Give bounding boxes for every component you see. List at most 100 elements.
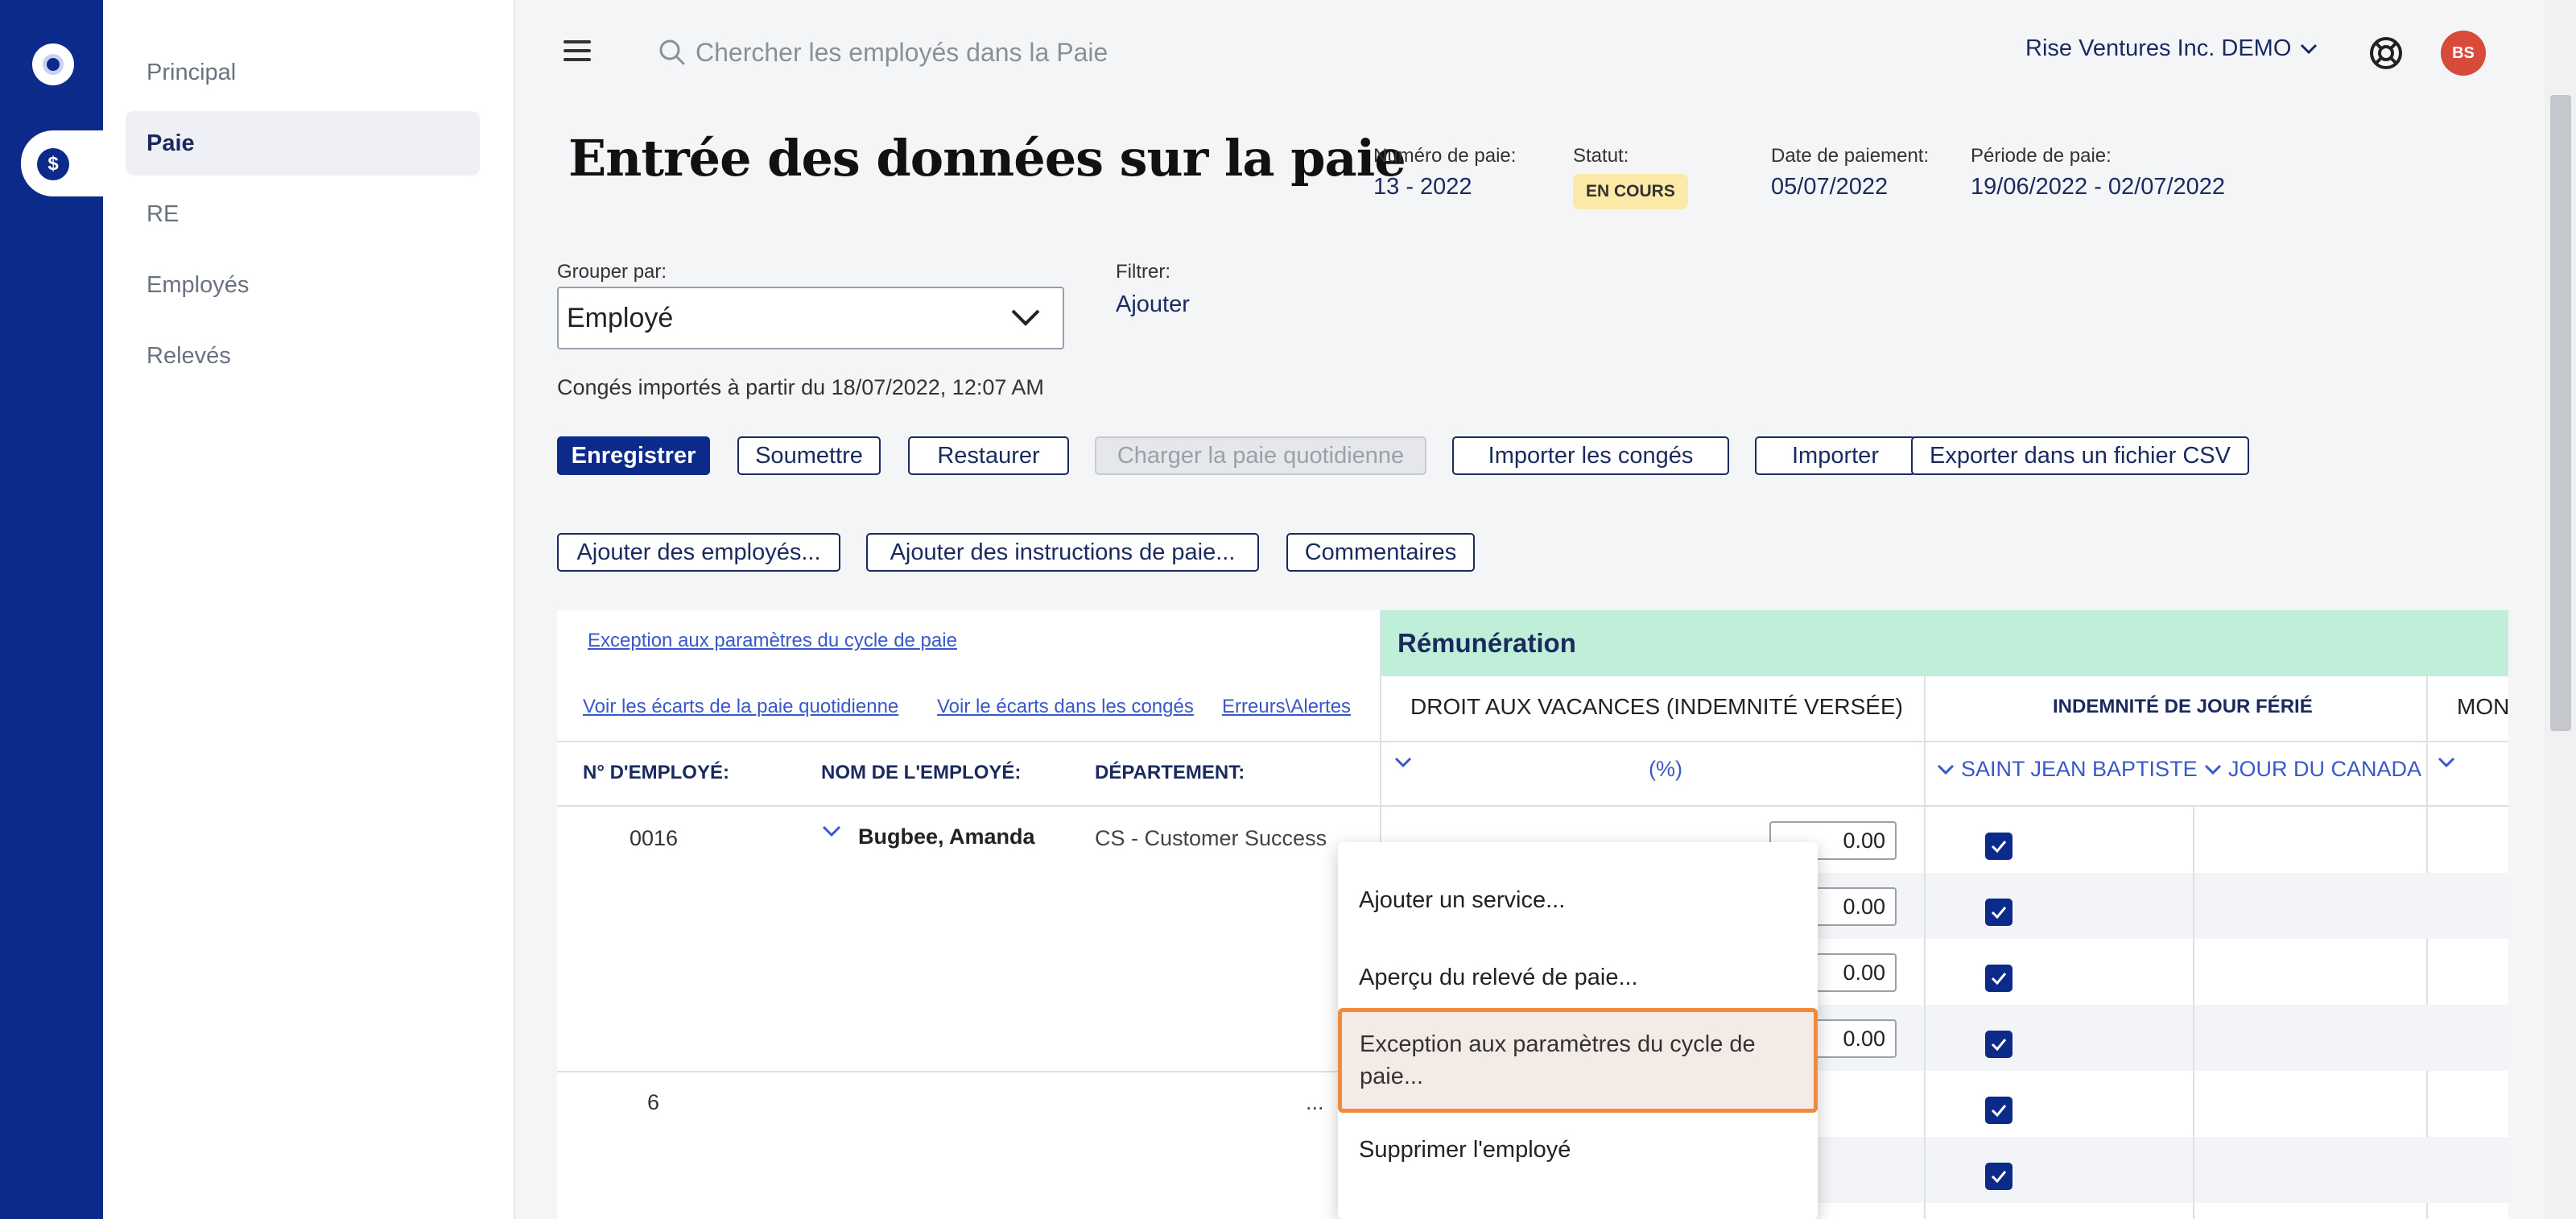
- divider: [557, 741, 2508, 742]
- import-button[interactable]: Importer: [1755, 436, 1916, 475]
- jour-du-canada-checkbox[interactable]: [1985, 1163, 2013, 1190]
- group-by-select[interactable]: Employé: [557, 287, 1064, 349]
- employee-number: 0016: [630, 826, 679, 850]
- menu-item-cycle-exception[interactable]: Exception aux paramètres du cycle de pai…: [1338, 1008, 1818, 1113]
- chevron-down-icon: [1937, 764, 1955, 775]
- group-by-label: Grouper par:: [557, 261, 667, 283]
- lifebuoy-help-icon[interactable]: [2368, 35, 2404, 71]
- employee-department: ...: [1306, 1090, 1324, 1114]
- vacation-expand-toggle[interactable]: [1394, 757, 1412, 768]
- status-block: Statut: EN COURS: [1573, 145, 1688, 209]
- col-employee-name[interactable]: NOM DE L'EMPLOYÉ:: [821, 762, 1021, 784]
- nav-item-paie[interactable]: Paie: [126, 111, 480, 176]
- pay-date-label: Date de paiement:: [1771, 145, 1930, 167]
- save-button[interactable]: Enregistrer: [557, 436, 710, 475]
- col-vacation: DROIT AUX VACANCES (INDEMNITÉ VERSÉE): [1410, 694, 1903, 719]
- pay-number-value: 13 - 2022: [1373, 174, 1472, 200]
- menu-item-add-service[interactable]: Ajouter un service...: [1359, 887, 1794, 914]
- col-employee-number[interactable]: N° D'EMPLOYÉ:: [583, 762, 729, 784]
- col-department[interactable]: DÉPARTEMENT:: [1095, 762, 1245, 784]
- col-vacation-percent: (%): [1649, 757, 1682, 781]
- company-name: Rise Ventures Inc. DEMO: [2025, 35, 2292, 61]
- filter-add-link[interactable]: Ajouter: [1116, 291, 1190, 318]
- menu-item-cycle-exception-line2: paie...: [1360, 1064, 1423, 1089]
- divider: [1924, 805, 1926, 1219]
- nav-item-principal[interactable]: Principal: [126, 40, 583, 105]
- restore-button[interactable]: Restaurer: [908, 436, 1069, 475]
- daily-gaps-link[interactable]: Voir les écarts de la paie quotidienne: [583, 696, 898, 718]
- leave-import-info: Congés importés à partir du 18/07/2022, …: [557, 375, 1044, 399]
- main-content: Rise Ventures Inc. DEMO BS Entrée des do…: [515, 0, 2510, 1219]
- checkmark-icon: [1991, 907, 2007, 919]
- pay-date-block: Date de paiement: 05/07/2022: [1771, 145, 1929, 200]
- export-csv-button[interactable]: Exporter dans un fichier CSV: [1911, 436, 2249, 475]
- section-header-remuneration: Rémunération: [1380, 610, 2508, 676]
- pay-period-value: 19/06/2022 - 02/07/2022: [1971, 174, 2226, 200]
- chevron-down-icon: [1011, 309, 1040, 326]
- comments-button[interactable]: Commentaires: [1286, 533, 1475, 572]
- scrollbar-thumb[interactable]: [2550, 95, 2571, 731]
- filter-label: Filtrer:: [1116, 261, 1170, 283]
- col-jour-du-canada[interactable]: JOUR DU CANADA: [2204, 757, 2421, 782]
- pay-number-block: Numéro de paie: 13 - 2022: [1373, 145, 1516, 200]
- chevron-down-icon: [1394, 757, 1412, 768]
- chevron-down-icon[interactable]: [821, 824, 842, 839]
- import-leave-button[interactable]: Importer les congés: [1452, 436, 1729, 475]
- col-jour-du-canada-label: JOUR DU CANADA: [2228, 757, 2422, 781]
- col-saint-jean-baptiste[interactable]: SAINT JEAN BAPTISTE: [1937, 757, 2198, 782]
- jour-du-canada-checkbox[interactable]: [1985, 833, 2013, 860]
- nav-item-releves[interactable]: Relevés: [126, 324, 583, 388]
- nav-item-re[interactable]: RE: [126, 182, 583, 246]
- divider: [557, 1071, 1380, 1072]
- status-badge: EN COURS: [1573, 174, 1688, 209]
- errors-alerts-link[interactable]: Erreurs\Alertes: [1222, 696, 1351, 718]
- app-rail: $: [0, 0, 103, 1219]
- employee-department: CS - Customer Success: [1095, 826, 1327, 850]
- checkmark-icon: [1991, 1039, 2007, 1052]
- menu-item-cycle-exception-line1: Exception aux paramètres du cycle de: [1360, 1031, 1756, 1057]
- employee-context-menu: Ajouter un service... Aperçu du relevé d…: [1338, 842, 1818, 1219]
- pay-period-label: Période de paie:: [1971, 145, 2112, 167]
- next-col-expand[interactable]: [2438, 757, 2455, 768]
- employee-number: 6: [647, 1090, 660, 1114]
- status-label: Statut:: [1573, 145, 1629, 167]
- add-employees-button[interactable]: Ajouter des employés...: [557, 533, 840, 572]
- col-holiday-pay: INDEMNITÉ DE JOUR FÉRIÉ: [2053, 696, 2313, 717]
- menu-icon[interactable]: [564, 40, 591, 61]
- company-selector[interactable]: Rise Ventures Inc. DEMO: [2025, 35, 2318, 62]
- col-saint-jean-baptiste-label: SAINT JEAN BAPTISTE: [1961, 757, 2198, 781]
- add-pay-instructions-button[interactable]: Ajouter des instructions de paie...: [866, 533, 1259, 572]
- employee-name[interactable]: Bugbee, Amanda: [858, 824, 1035, 849]
- menu-item-preview-pay-stub[interactable]: Aperçu du relevé de paie...: [1359, 965, 1794, 991]
- load-daily-pay-button[interactable]: Charger la paie quotidienne: [1095, 436, 1426, 475]
- chevron-down-icon: [2204, 764, 2222, 775]
- payroll-app-icon[interactable]: $: [37, 148, 69, 180]
- top-bar: Rise Ventures Inc. DEMO BS: [515, 0, 2508, 105]
- jour-du-canada-checkbox[interactable]: [1985, 965, 2013, 992]
- submit-button[interactable]: Soumettre: [737, 436, 881, 475]
- menu-item-delete-employee[interactable]: Supprimer l'employé: [1359, 1137, 1794, 1163]
- checkmark-icon: [1991, 1105, 2007, 1118]
- nav-item-employes[interactable]: Employés: [126, 253, 583, 317]
- checkmark-icon: [1991, 841, 2007, 853]
- divider: [2193, 805, 2194, 1219]
- checkmark-icon: [1991, 1171, 2007, 1184]
- col-next: MON: [2457, 694, 2510, 719]
- leave-gaps-link[interactable]: Voir le écarts dans les congés: [937, 696, 1194, 718]
- search-input[interactable]: [696, 32, 1340, 72]
- page-title: Entrée des données sur la paie: [568, 129, 1406, 188]
- avatar[interactable]: BS: [2441, 31, 2486, 76]
- side-nav: Principal Paie RE Employés Relevés: [103, 0, 515, 1219]
- exception-link[interactable]: Exception aux paramètres du cycle de pai…: [588, 630, 957, 652]
- pay-number-label: Numéro de paie:: [1373, 145, 1517, 167]
- chevron-down-icon: [2438, 757, 2455, 768]
- group-by-value: Employé: [567, 302, 674, 333]
- jour-du-canada-checkbox[interactable]: [1985, 1097, 2013, 1124]
- jour-du-canada-checkbox[interactable]: [1985, 1031, 2013, 1058]
- checkmark-icon: [1991, 973, 2007, 986]
- app-logo-icon[interactable]: [32, 43, 74, 85]
- search-icon: [659, 39, 685, 65]
- pay-period-block: Période de paie: 19/06/2022 - 02/07/2022: [1971, 145, 2225, 200]
- jour-du-canada-checkbox[interactable]: [1985, 899, 2013, 926]
- chevron-down-icon: [2301, 43, 2318, 54]
